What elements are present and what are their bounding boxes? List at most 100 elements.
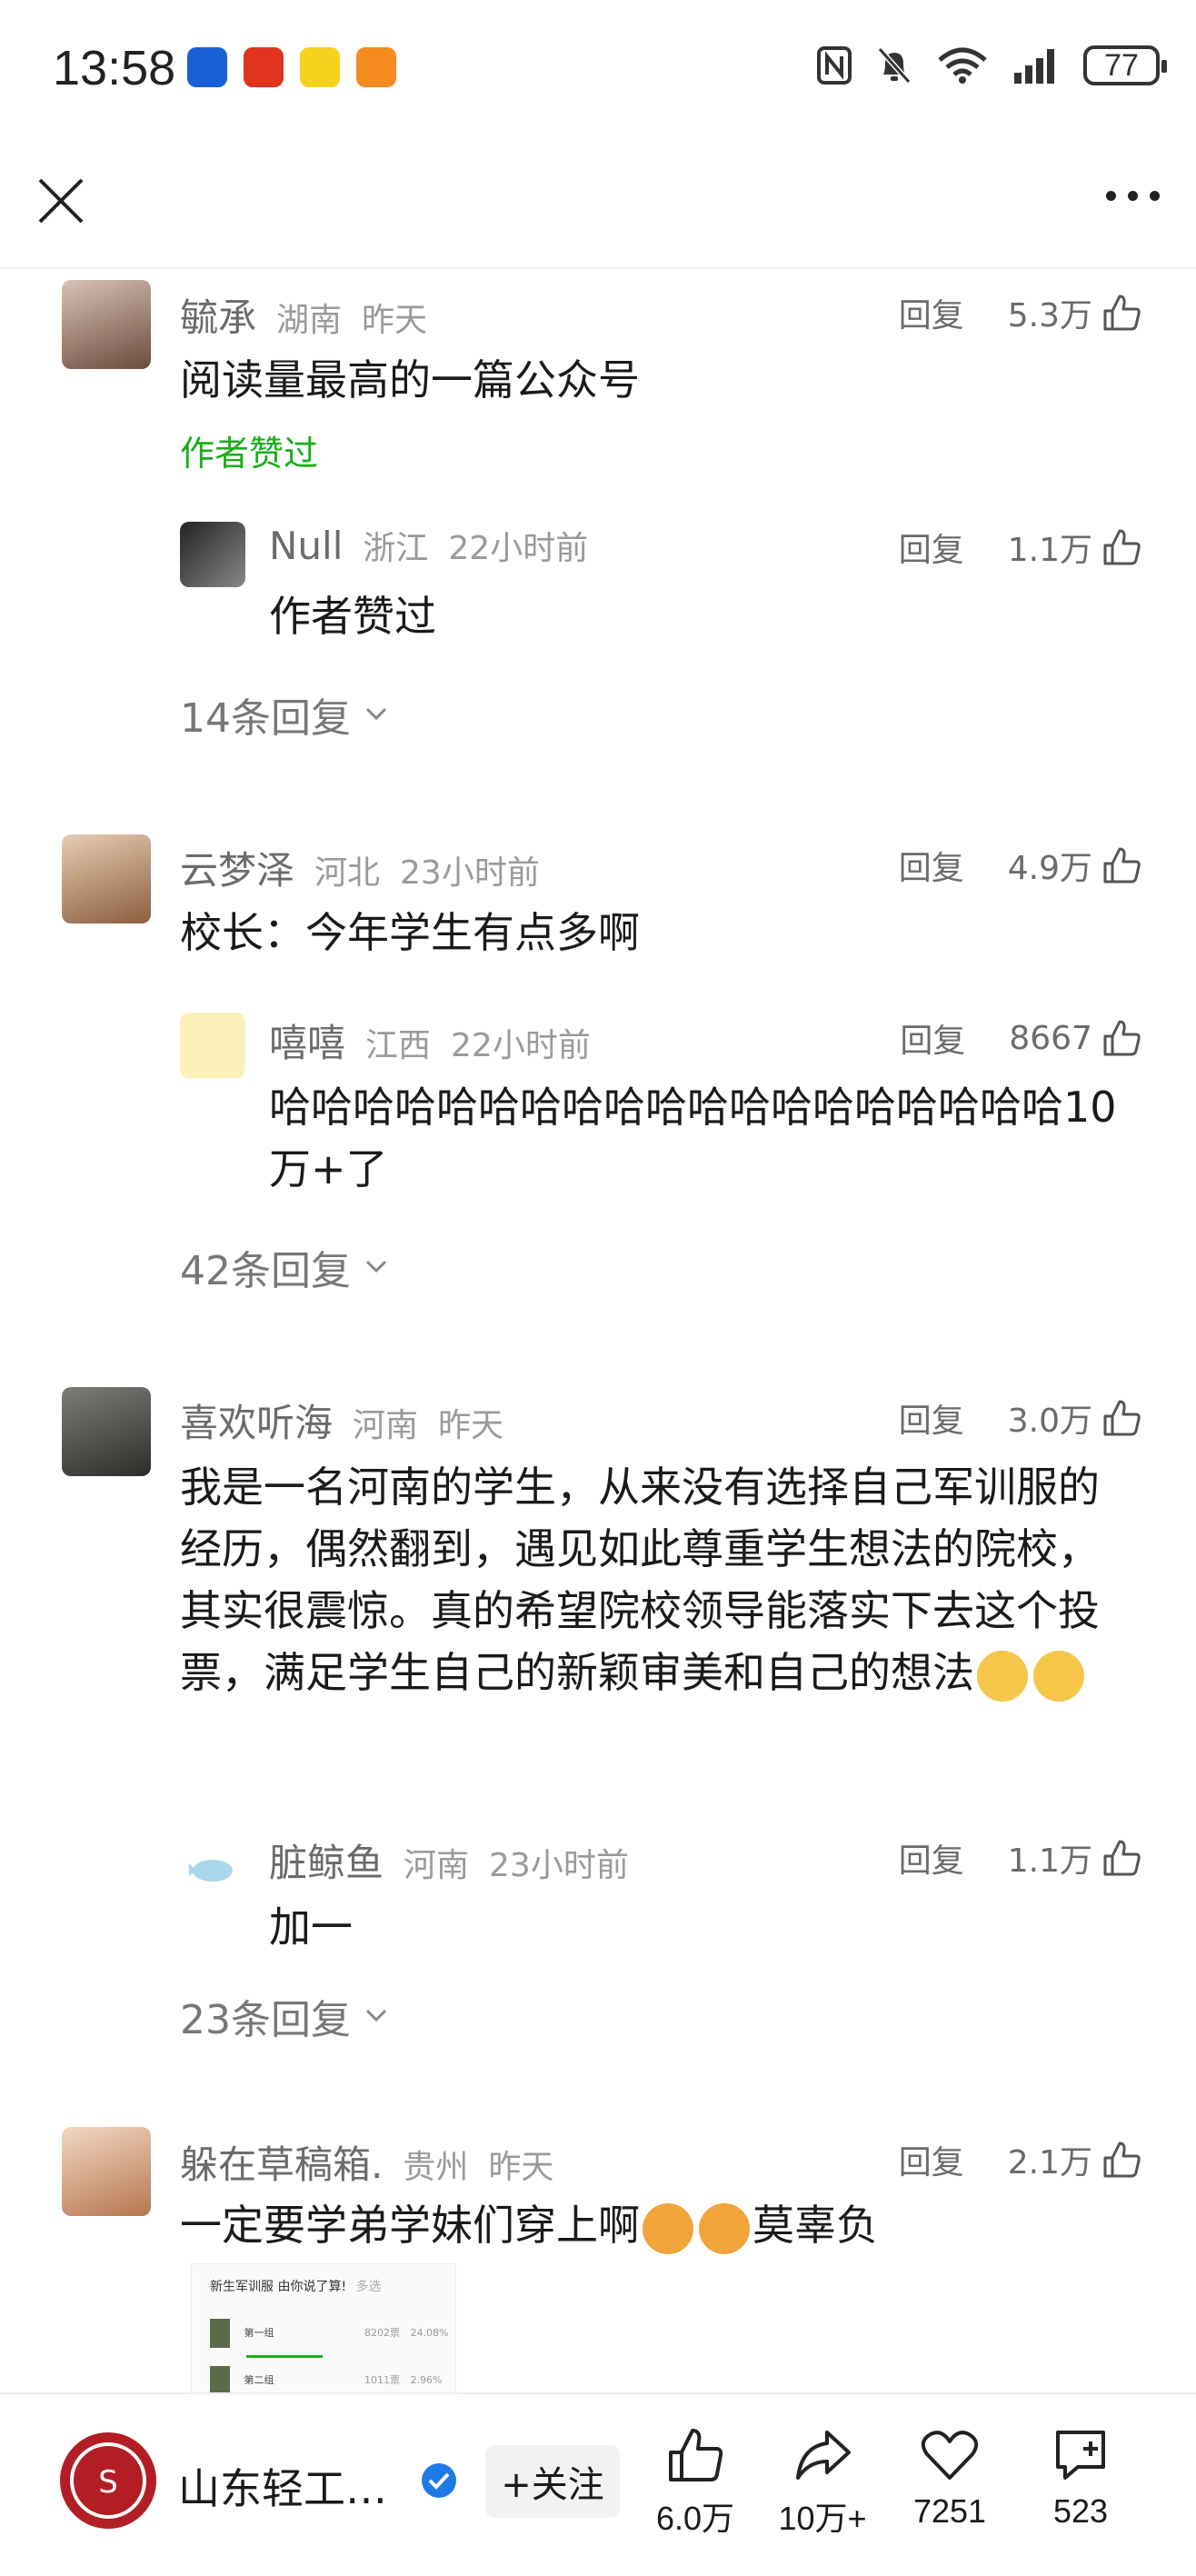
angry-emoji-icon	[699, 2202, 750, 2254]
like-article-button[interactable]: 6.0万	[636, 2425, 754, 2540]
like-count: 1.1万	[1007, 532, 1092, 569]
reply-location: 浙江	[363, 530, 429, 567]
reply-username[interactable]: Null	[269, 524, 343, 568]
account-logo[interactable]: S	[60, 2432, 156, 2529]
app-notification-icon	[244, 47, 284, 87]
comment-username[interactable]: 喜欢听海	[180, 1393, 333, 1448]
comment-username[interactable]: 毓承	[180, 287, 256, 343]
embed-title: 新生军训服 由你说了算! 多选	[210, 2277, 382, 2295]
account-name[interactable]: 山东轻工…	[178, 2456, 387, 2516]
reply-button[interactable]: 回复	[900, 1014, 965, 1062]
bottom-action-bar: S 山东轻工… +关注 6.0万 10万+ 7251 523	[0, 2392, 1196, 2576]
avatar[interactable]	[180, 522, 245, 587]
embed-row-label: 第一组	[244, 2327, 274, 2339]
uniform-thumbnail	[210, 2366, 230, 2393]
app-notification-icon	[187, 47, 227, 87]
reply-username[interactable]: 嘻嘻	[269, 1013, 345, 1068]
like-icon[interactable]	[1101, 1018, 1141, 1058]
like-count: 5.3万	[1007, 297, 1092, 334]
avatar[interactable]	[62, 280, 151, 369]
like-icon[interactable]	[1101, 293, 1141, 333]
like-count: 4.9万	[1007, 850, 1092, 887]
battery-indicator: 77	[1083, 45, 1167, 85]
comment-location: 河北	[314, 854, 381, 892]
weibo-icon	[300, 47, 340, 87]
comment-button[interactable]: 523	[1022, 2425, 1140, 2531]
avatar[interactable]	[180, 1013, 245, 1078]
expand-replies-label: 23条回复	[180, 1997, 351, 2043]
reply-button[interactable]: 回复	[899, 289, 964, 336]
top-nav-bar	[0, 145, 1196, 269]
like-count: 8667	[1009, 1019, 1092, 1057]
reply-button[interactable]: 回复	[899, 524, 964, 571]
comment-text-content: 我是一名河南的学生，从来没有选择自己军训服的经历，偶然翻到，遇见如此尊重学生想法…	[180, 1463, 1100, 1697]
status-indicators: 77	[816, 45, 1167, 85]
reply-button[interactable]: 回复	[899, 1394, 964, 1442]
avatar[interactable]	[62, 1387, 151, 1476]
embed-row-pct: 2.96%	[410, 2374, 443, 2386]
comment-time: 昨天	[362, 302, 428, 339]
reply-button[interactable]: 回复	[899, 842, 964, 889]
like-count: 1.1万	[1007, 1842, 1092, 1880]
app-notification-icon	[356, 47, 396, 87]
heart-icon	[921, 2431, 979, 2480]
comment-image-thumbnail[interactable]: 新生军训服 由你说了算! 多选 第一组 8202票 24.08% 第二组 101…	[191, 2263, 456, 2394]
comment-text: 校长：今年学生有点多啊	[180, 908, 640, 957]
embed-row: 第一组 8202票 24.08%	[210, 2319, 448, 2348]
like-icon[interactable]	[1101, 2140, 1141, 2180]
like-count: 2.1万	[1007, 2144, 1092, 2182]
reply-button[interactable]: 回复	[899, 1834, 964, 1882]
university-seal-icon: S	[70, 2442, 146, 2519]
reply-time: 23小时前	[489, 1847, 629, 1884]
uniform-thumbnail	[210, 2319, 230, 2348]
share-button[interactable]: 10万+	[763, 2425, 882, 2540]
reply-time: 22小时前	[448, 530, 589, 567]
like-icon[interactable]	[1101, 845, 1141, 885]
expand-replies-button[interactable]: 42条回复	[180, 1238, 389, 1296]
expand-replies-label: 14条回复	[180, 695, 351, 742]
relieved-emoji-icon	[977, 1650, 1028, 1702]
comment-text-part: 莫辜负	[752, 2201, 878, 2250]
svg-text:S: S	[98, 2464, 118, 2501]
comment-username[interactable]: 云梦泽	[180, 840, 294, 895]
avatar[interactable]	[180, 1832, 245, 1898]
comment-location: 湖南	[276, 302, 343, 339]
avatar[interactable]	[62, 2127, 151, 2216]
reply-location: 江西	[365, 1027, 432, 1064]
chevron-down-icon	[365, 2009, 387, 2022]
expand-replies-button[interactable]: 23条回复	[180, 1987, 389, 2045]
reply-username[interactable]: 脏鲸鱼	[269, 1832, 384, 1888]
thumbs-up-icon	[669, 2429, 723, 2481]
share-icon	[796, 2431, 851, 2480]
embed-row: 第二组 1011票 2.96%	[210, 2366, 443, 2393]
like-icon[interactable]	[1101, 1398, 1141, 1438]
chevron-down-icon	[365, 707, 387, 721]
like-icon[interactable]	[1101, 527, 1141, 567]
follow-button[interactable]: +关注	[485, 2445, 620, 2518]
embed-title-text: 新生军训服 由你说了算!	[210, 2280, 347, 2294]
comment-time: 昨天	[438, 1407, 504, 1444]
wifi-icon	[938, 47, 987, 84]
share-count: 10万+	[778, 2500, 867, 2537]
comment-count: 523	[1052, 2492, 1109, 2530]
expand-replies-button[interactable]: 14条回复	[180, 685, 389, 744]
signal-icon	[1014, 49, 1054, 84]
reply-button[interactable]: 回复	[899, 2136, 964, 2183]
more-options-icon[interactable]	[1106, 191, 1160, 201]
comment-text: 我是一名河南的学生，从来没有选择自己军训服的经历，偶然翻到，遇见如此尊重学生想法…	[180, 1456, 1125, 1703]
like-count: 3.0万	[1007, 1403, 1092, 1440]
like-count: 6.0万	[655, 2500, 735, 2537]
status-bar: 13:58 77	[0, 0, 1196, 145]
close-icon[interactable]	[35, 175, 87, 227]
favorite-button[interactable]: 7251	[891, 2425, 1009, 2531]
reply-text: 作者赞过	[269, 592, 436, 641]
embed-row-label: 第二组	[244, 2374, 274, 2386]
expand-replies-label: 42条回复	[180, 1248, 351, 1294]
embed-row-votes: 8202票	[364, 2327, 400, 2339]
comment-text-part: 一定要学弟学妹们穿上啊	[180, 2201, 640, 2250]
comment-icon	[1056, 2431, 1105, 2480]
like-icon[interactable]	[1101, 1838, 1141, 1878]
avatar[interactable]	[62, 834, 151, 924]
comment-username[interactable]: 躲在草稿箱.	[180, 2134, 383, 2190]
embed-row-votes: 1011票	[364, 2374, 400, 2386]
